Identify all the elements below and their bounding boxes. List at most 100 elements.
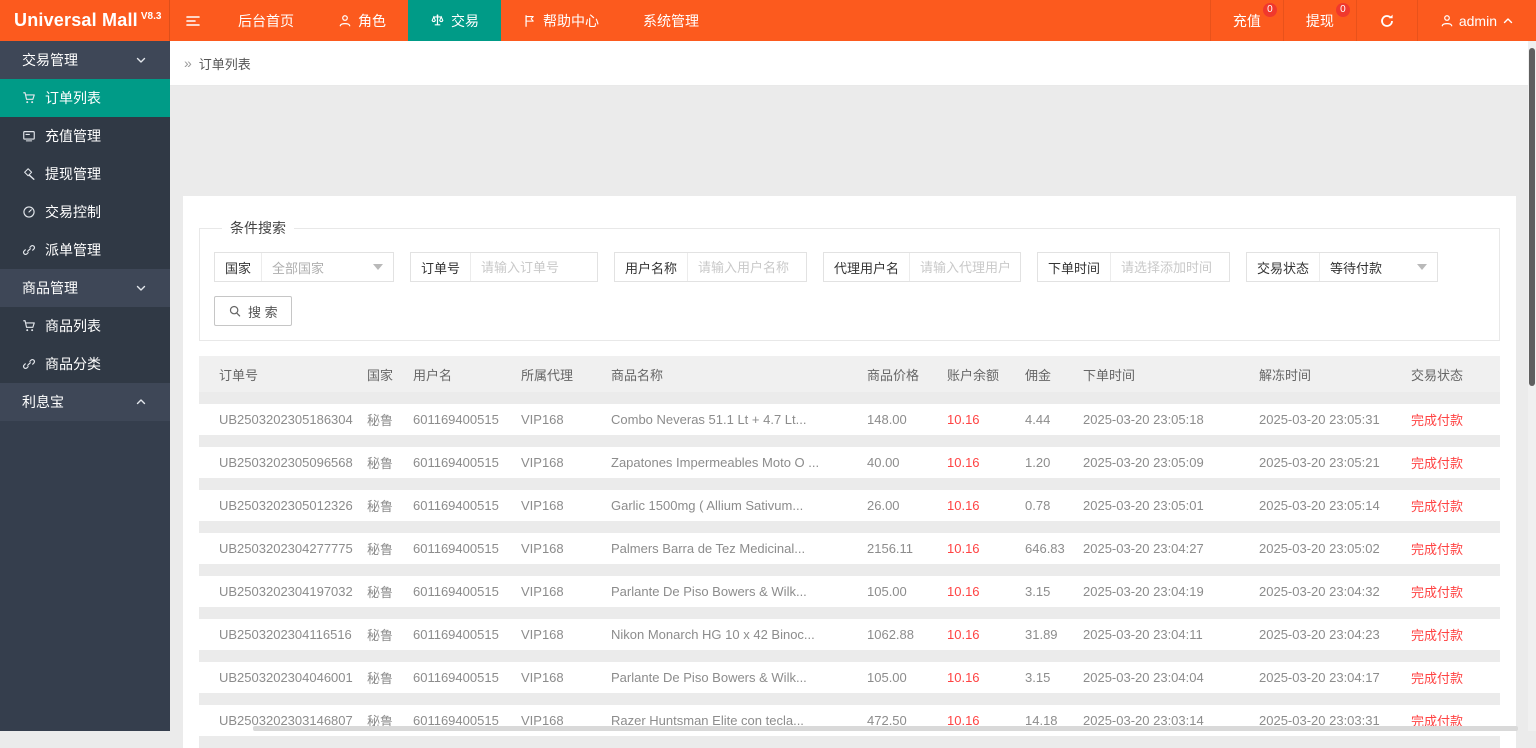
cell-status: 完成付款 [1411,453,1502,472]
caret-down-icon [1417,264,1427,270]
cell-username: 601169400515 [413,455,521,470]
top-header: Universal Mall V8.3 后台首页角色交易帮助中心系统管理 充值0… [0,0,1536,41]
vertical-scrollbar-thumb[interactable] [1529,48,1535,386]
sidebar-item-label: 订单列表 [45,88,101,108]
sidebar-item-label: 派单管理 [45,240,101,260]
column-header-unfreeze-time: 解冻时间 [1259,365,1411,384]
cell-product-name: Palmers Barra de Tez Medicinal... [611,541,867,556]
user-menu[interactable]: admin [1417,0,1536,41]
cell-price: 1062.88 [867,627,947,642]
gavel-icon [22,167,36,181]
search-fields-row: 国家全部国家订单号用户名称代理用户名下单时间交易状态等待付款 [214,252,1485,282]
withdraw-button[interactable]: 提现0 [1283,0,1356,41]
sidebar-item-dispatch-management[interactable]: 派单管理 [0,231,170,269]
withdraw-count-badge: 0 [1336,3,1350,17]
refresh-button[interactable] [1356,0,1417,41]
nav-item-label: 交易 [451,11,479,31]
cell-balance: 10.16 [947,627,1025,642]
country-select-value[interactable]: 全部国家 [262,258,373,277]
cell-product-name: Parlante De Piso Bowers & Wilk... [611,584,867,599]
nav-item-dashboard[interactable]: 后台首页 [216,0,316,41]
sidebar-item-trade-control[interactable]: 交易控制 [0,193,170,231]
brand-version: V8.3 [141,11,162,22]
nav-item-help-center[interactable]: 帮助中心 [501,0,621,41]
vertical-scrollbar[interactable] [1528,41,1536,731]
nav-item-label: 角色 [358,11,386,31]
recharge-button[interactable]: 充值0 [1210,0,1283,41]
content-area: 条件搜索 国家全部国家订单号用户名称代理用户名下单时间交易状态等待付款 搜 索 … [170,86,1528,748]
search-field-trade-status: 交易状态等待付款 [1246,252,1438,282]
cell-order-no: UB2503202305186304 [199,412,367,427]
sidebar-item-recharge-management[interactable]: 充值管理 [0,117,170,155]
cell-product-name: Zapatones Impermeables Moto O ... [611,455,867,470]
field-label: 代理用户名 [824,253,910,281]
cell-product-name: Parlante De Piso Bowers & Wilk... [611,670,867,685]
nav-item-label: 系统管理 [643,11,699,31]
cell-balance: 10.16 [947,584,1025,599]
search-field-country: 国家全部国家 [214,252,394,282]
sidebar-item-trade-management[interactable]: 交易管理 [0,41,170,79]
cell-price: 26.00 [867,498,947,513]
sidebar-item-label: 商品列表 [45,316,101,336]
chevron-up-icon [135,396,147,408]
field-label: 交易状态 [1247,253,1320,281]
sidebar-item-product-management[interactable]: 商品管理 [0,269,170,307]
agent-username-input[interactable] [910,260,1020,275]
field-label: 国家 [215,253,262,281]
cell-agent: VIP168 [521,541,611,556]
nav-item-roles[interactable]: 角色 [316,0,408,41]
cell-status: 完成付款 [1411,410,1502,429]
nav-item-system[interactable]: 系统管理 [621,0,721,41]
cell-commission: 646.83 [1025,541,1083,556]
header-actions: 充值0提现0admin [1210,0,1536,41]
cell-status: 完成付款 [1411,582,1502,601]
cell-price: 148.00 [867,412,947,427]
search-button[interactable]: 搜 索 [214,296,292,326]
cell-product-name: Garlic 1500mg ( Allium Sativum... [611,498,867,513]
table-row: UB2503202305186304秘鲁601169400515VIP168Co… [199,404,1500,435]
sidebar-item-withdraw-management[interactable]: 提现管理 [0,155,170,193]
chevron-up-icon [1502,15,1514,27]
withdraw-label: 提现 [1306,11,1334,31]
nav-item-trade[interactable]: 交易 [408,0,501,41]
order-time-input[interactable] [1111,260,1229,275]
cell-order-time: 2025-03-20 23:05:09 [1083,455,1259,470]
horizontal-scrollbar[interactable] [253,726,1518,731]
cart-icon [22,319,36,333]
cell-order-no: UB2503202304197032 [199,584,367,599]
cell-country: 秘鲁 [367,582,413,601]
table-row: UB2503202305096568秘鲁601169400515VIP168Za… [199,447,1500,478]
breadcrumb-chevrons-icon: » [184,55,192,71]
sidebar-item-product-category[interactable]: 商品分类 [0,345,170,383]
column-header-order-no: 订单号 [199,365,367,384]
cell-agent: VIP168 [521,627,611,642]
sidebar-item-order-list[interactable]: 订单列表 [0,79,170,117]
cell-price: 105.00 [867,584,947,599]
column-header-order-time: 下单时间 [1083,365,1259,384]
refresh-icon [1379,13,1395,29]
person-icon [1440,14,1454,28]
card-icon [22,129,36,143]
column-header-status: 交易状态 [1411,365,1502,384]
cell-agent: VIP168 [521,455,611,470]
trade-status-select-value[interactable]: 等待付款 [1320,258,1417,277]
sidebar-item-product-list[interactable]: 商品列表 [0,307,170,345]
field-label: 订单号 [411,253,471,281]
cell-username: 601169400515 [413,498,521,513]
cell-order-no: UB2503202305012326 [199,498,367,513]
cell-order-time: 2025-03-20 23:05:18 [1083,412,1259,427]
cell-username: 601169400515 [413,584,521,599]
chevron-down-icon [135,54,147,66]
order-no-input[interactable] [471,260,597,275]
breadcrumb: » 订单列表 [170,41,1528,86]
table-header-row: 订单号国家用户名所属代理商品名称商品价格账户余额佣金下单时间解冻时间交易状态 [199,356,1500,392]
sidebar-item-interest-treasure[interactable]: 利息宝 [0,383,170,421]
scale-icon [430,13,445,28]
cell-balance: 10.16 [947,412,1025,427]
cell-unfreeze-time: 2025-03-20 23:05:02 [1259,541,1411,556]
menu-icon [185,13,201,29]
cell-status: 完成付款 [1411,496,1502,515]
username-input[interactable] [688,260,806,275]
cell-country: 秘鲁 [367,625,413,644]
sidebar-toggle-button[interactable] [170,0,216,41]
